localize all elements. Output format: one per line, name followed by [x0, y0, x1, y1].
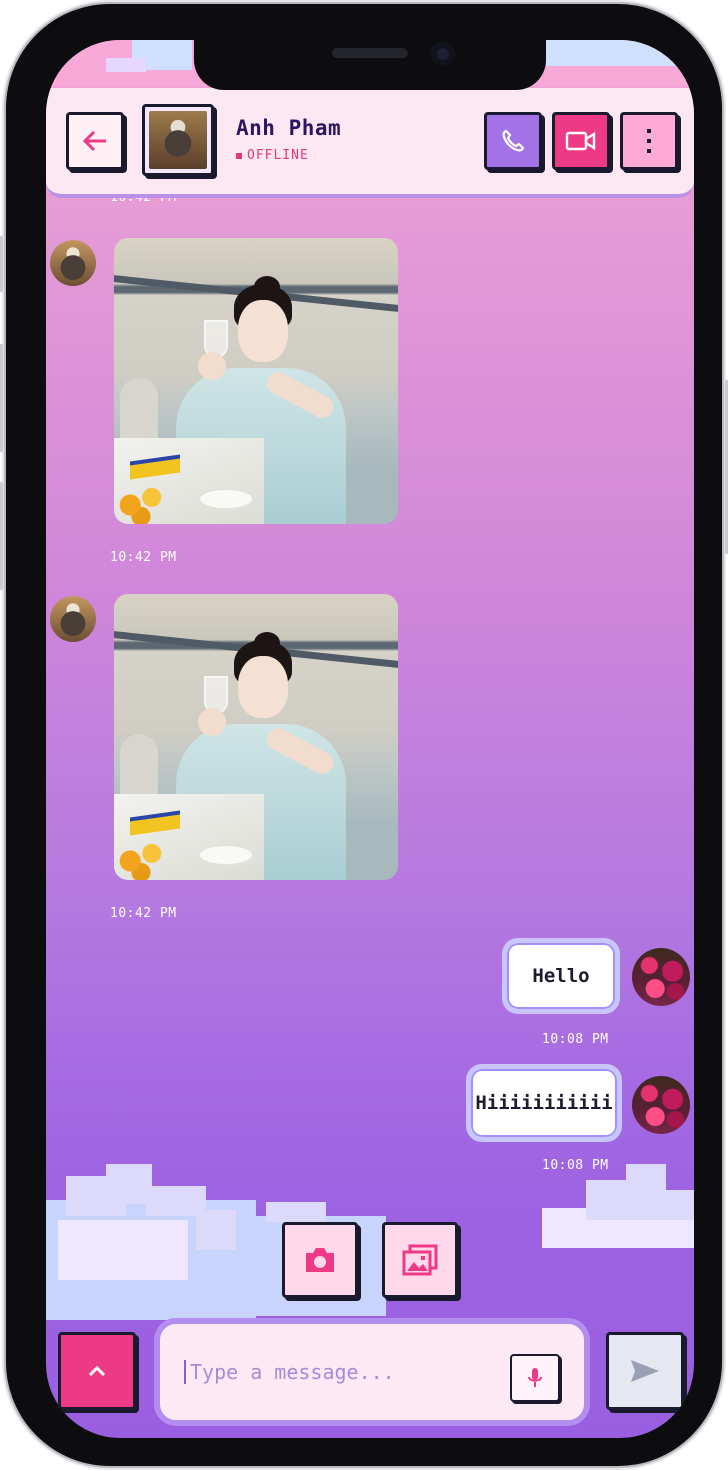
chat-screen: Anh Pham OFFLINE 10:42 PM 10:42 PM Hello…: [46, 40, 694, 1438]
notch: [194, 40, 546, 90]
sent-message-bubble[interactable]: Hiiiiiiiiiii: [466, 1064, 622, 1142]
speaker: [332, 48, 408, 58]
front-camera: [431, 42, 455, 66]
my-avatar[interactable]: [632, 948, 690, 1006]
sender-avatar[interactable]: [50, 596, 96, 642]
message-text: Hello: [532, 965, 590, 987]
my-avatar[interactable]: [632, 1076, 690, 1134]
sent-message-bubble[interactable]: Hello: [502, 938, 620, 1014]
video-camera-icon: [565, 131, 596, 151]
gallery-button[interactable]: [382, 1222, 458, 1298]
message-timestamp: 10:08 PM: [542, 1158, 609, 1173]
message-timestamp: 10:42 PM: [110, 906, 177, 921]
phone-frame: Anh Pham OFFLINE 10:42 PM 10:42 PM Hello…: [0, 4, 728, 1466]
camera-button[interactable]: [282, 1222, 358, 1298]
camera-icon: [306, 1248, 334, 1272]
chat-header: Anh Pham OFFLINE: [46, 88, 694, 198]
mute-switch: [0, 236, 3, 292]
contact-avatar[interactable]: [142, 104, 214, 176]
volume-down-button: [0, 482, 3, 590]
gallery-icon: [402, 1244, 438, 1276]
message-timestamp: 10:42 PM: [110, 550, 177, 565]
voice-message-button[interactable]: [510, 1354, 560, 1402]
voice-call-button[interactable]: [484, 112, 542, 170]
send-icon: [631, 1360, 659, 1382]
contact-status: OFFLINE: [236, 148, 309, 163]
message-timestamp: 10:08 PM: [542, 1032, 609, 1047]
sender-avatar[interactable]: [50, 240, 96, 286]
message-composer: Type a message...: [154, 1318, 590, 1426]
arrow-left-icon: [82, 130, 106, 152]
send-button[interactable]: [606, 1332, 684, 1410]
more-options-button[interactable]: [620, 112, 678, 170]
contact-avatar-image: [149, 111, 207, 169]
message-text: Hiiiiiiiiiii: [475, 1092, 613, 1114]
status-label: OFFLINE: [247, 148, 309, 163]
video-call-button[interactable]: [552, 112, 610, 170]
expand-actions-button[interactable]: [58, 1332, 136, 1410]
status-dot-icon: [236, 152, 242, 159]
image-message[interactable]: [114, 238, 398, 524]
message-input[interactable]: Type a message...: [184, 1360, 490, 1384]
volume-up-button: [0, 344, 3, 452]
phone-icon: [502, 129, 525, 152]
chevron-up-icon: [88, 1365, 106, 1377]
microphone-icon: [528, 1368, 542, 1387]
contact-name: Anh Pham: [236, 116, 342, 140]
more-vertical-icon: [647, 129, 651, 153]
image-message[interactable]: [114, 594, 398, 880]
back-button[interactable]: [66, 112, 124, 170]
